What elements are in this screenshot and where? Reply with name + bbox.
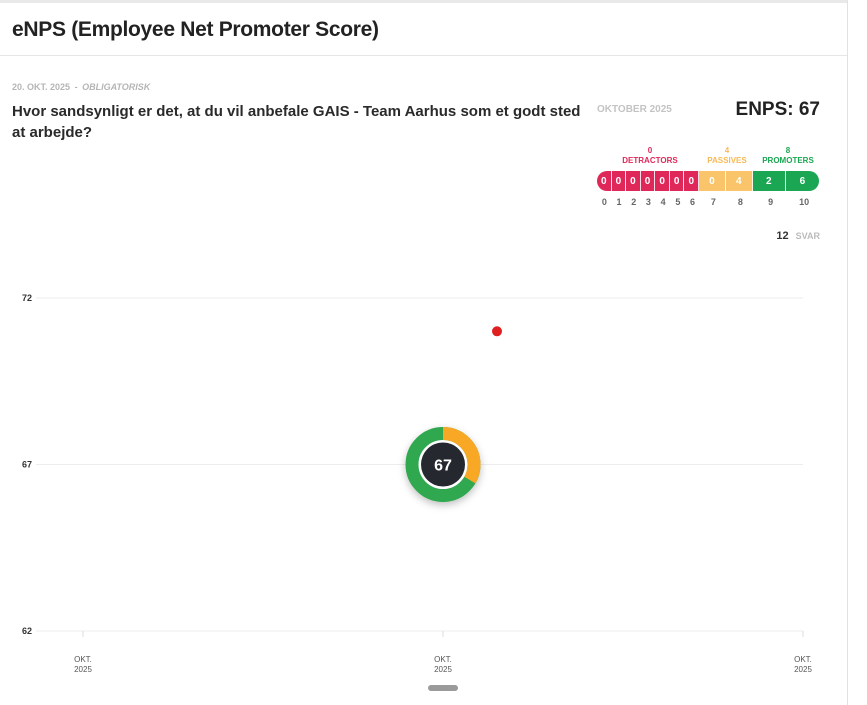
mandatory-tag: OBLIGATORISK [82, 82, 151, 92]
score-segment-10: 6 [785, 171, 819, 191]
promoters-count: 8 [785, 146, 791, 155]
score-segment-8: 4 [725, 171, 753, 191]
passives-label: 4 PASSIVES [700, 146, 754, 166]
score-number-9: 9 [768, 197, 774, 207]
score-number-8: 8 [737, 197, 743, 207]
page-title: eNPS (Employee Net Promoter Score) [12, 18, 379, 41]
response-count: 12 SVAR [776, 230, 820, 242]
passives-title: PASSIVES [707, 156, 747, 165]
x-tick-label-year: 2025 [74, 665, 92, 674]
promoters-label: 8 PROMOTERS [756, 146, 820, 166]
score-number-3: 3 [645, 197, 651, 207]
x-tick-label-month: OKT. [434, 655, 452, 664]
x-tick-label-year: 2025 [794, 665, 812, 674]
score-segment-5: 0 [669, 171, 685, 191]
score-number-5: 5 [675, 197, 681, 207]
score-segment-3: 0 [640, 171, 656, 191]
detractors-count: 0 [647, 146, 653, 155]
score-segment-6: 0 [684, 171, 700, 191]
y-tick-label: 67 [22, 460, 32, 470]
panel-divider [847, 0, 848, 705]
score-number-10: 10 [799, 197, 810, 207]
period-label: OKTOBER 2025 [597, 104, 672, 115]
donut-score-label: 67 [434, 458, 452, 475]
y-tick-label: 62 [22, 626, 32, 636]
question-text: Hvor sandsynligt er det, at du vil anbef… [12, 103, 581, 141]
score-segment-9: 2 [752, 171, 786, 191]
x-tick-label-month: OKT. [794, 655, 812, 664]
score-segment-1: 0 [611, 171, 627, 191]
score-number-1: 1 [616, 197, 622, 207]
page-header: eNPS (Employee Net Promoter Score) [0, 3, 847, 56]
score-number-2: 2 [631, 197, 637, 207]
score-segment-4: 0 [655, 171, 670, 191]
meta-separator: - [74, 82, 78, 92]
response-count-label: SVAR [795, 231, 820, 241]
score-segment-2: 0 [626, 171, 641, 191]
y-tick-label: 72 [22, 293, 32, 303]
score-number-0: 0 [601, 197, 607, 207]
score-scale-numbers: 0 1 2 3 4 5 6 7 8 9 10 [597, 197, 819, 209]
question-meta: 20. OKT. 2025 - OBLIGATORISK [12, 82, 150, 92]
enps-trend-chart: 726762OKT.2025OKT.2025OKT.202567 [22, 293, 812, 674]
data-marker-point [492, 326, 502, 337]
response-count-value: 12 [776, 230, 789, 242]
score-segment-0: 0 [597, 171, 612, 191]
scroll-handle[interactable] [428, 685, 458, 691]
detractors-title: DETRACTORS [622, 156, 678, 165]
score-number-4: 4 [660, 197, 666, 207]
question-date: 20. OKT. 2025 [12, 82, 71, 92]
score-number-6: 6 [690, 197, 696, 207]
x-tick-label-month: OKT. [74, 655, 92, 664]
score-distribution-bar: 00000000426 [597, 171, 819, 191]
detractors-label: 0 DETRACTORS [618, 146, 682, 166]
enps-score: ENPS: 67 [735, 99, 820, 120]
promoters-title: PROMOTERS [762, 156, 814, 165]
score-number-7: 7 [710, 197, 716, 207]
score-segment-7: 0 [699, 171, 726, 191]
passives-count: 4 [724, 146, 730, 155]
x-tick-label-year: 2025 [434, 665, 452, 674]
